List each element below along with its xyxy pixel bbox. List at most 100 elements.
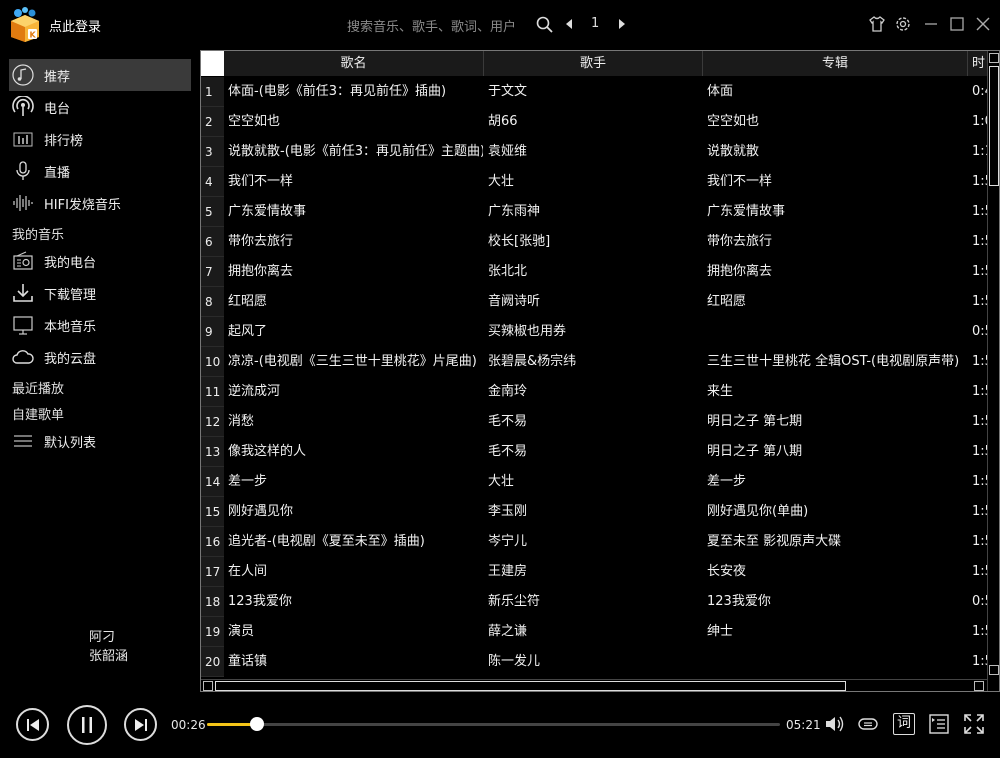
- cell-album: 三生三世十里桃花 全辑OST-(电视剧原声带): [707, 354, 960, 369]
- table-row[interactable]: 16 追光者-(电视剧《夏至未至》插曲) 岑宁儿 夏至未至 影视原声大碟 1:5: [201, 527, 999, 557]
- close-icon[interactable]: [974, 15, 992, 33]
- search-input[interactable]: 搜索音乐、歌手、歌词、用户: [347, 16, 516, 35]
- cell-song: 童话镇: [228, 654, 268, 669]
- download-icon: [11, 281, 35, 305]
- row-number: 13: [201, 437, 224, 467]
- progress-knob[interactable]: [250, 717, 265, 731]
- table-row[interactable]: 5 广东爱情故事 广东雨神 广东爱情故事 1:5: [201, 197, 999, 227]
- table-row[interactable]: 19 演员 薛之谦 绅士 1:5: [201, 617, 999, 647]
- maximize-icon[interactable]: [948, 15, 966, 33]
- cell-album: 拥抱你离去: [707, 264, 773, 279]
- cell-song: 差一步: [228, 474, 268, 489]
- cell-artist: 音阙诗听: [488, 294, 541, 309]
- scroll-up-button[interactable]: [989, 53, 999, 63]
- sidebar-item-live[interactable]: 直播: [9, 155, 191, 187]
- cell-album: [707, 317, 969, 347]
- sidebar-item-default-list[interactable]: 默认列表: [9, 425, 191, 457]
- table-row[interactable]: 3 说散就散-(电影《前任3：再见前任》主题曲) 袁娅维 说散就散 1:1: [201, 137, 999, 167]
- row-number: 19: [201, 617, 224, 647]
- sidebar-item-charts[interactable]: 排行榜: [9, 123, 191, 155]
- cell-album: 差一步: [707, 474, 747, 489]
- row-number: 10: [201, 347, 224, 377]
- table-row[interactable]: 10 凉凉-(电视剧《三生三世十里桃花》片尾曲) 张碧晨&杨宗纬 三生三世十里桃花 全…: [201, 347, 999, 377]
- sidebar-item-recommend[interactable]: 推荐: [9, 59, 191, 91]
- sidebar-item-local-music[interactable]: 本地音乐: [9, 309, 191, 341]
- horizontal-scrollbar[interactable]: [201, 679, 987, 691]
- recent-play-link[interactable]: 最近播放: [12, 378, 64, 397]
- cell-artist: 校长[张驰]: [488, 234, 551, 249]
- fullscreen-icon[interactable]: [963, 713, 985, 735]
- column-header-artist[interactable]: 歌手: [484, 51, 703, 76]
- table-row[interactable]: 20 童话镇 陈一发儿 1:5: [201, 647, 999, 677]
- cell-song: 逆流成河: [228, 384, 281, 399]
- page-next-icon[interactable]: [616, 17, 628, 31]
- login-link[interactable]: 点此登录: [49, 16, 101, 35]
- custom-playlist-heading: 自建歌单: [12, 408, 65, 423]
- table-row[interactable]: 2 空空如也 胡66 空空如也 1:0: [201, 107, 999, 137]
- cell-album: 绅士: [707, 624, 734, 639]
- sidebar-item-my-radio[interactable]: 我的电台: [9, 245, 191, 277]
- select-all-corner[interactable]: [201, 51, 224, 76]
- lyrics-icon[interactable]: 词: [893, 713, 915, 735]
- table-row[interactable]: 9 起风了 买辣椒也用券 0:5: [201, 317, 999, 347]
- table-row[interactable]: 7 拥抱你离去 张北北 拥抱你离去 1:5: [201, 257, 999, 287]
- scroll-left-button[interactable]: [203, 681, 213, 691]
- cell-artist: 广东雨神: [488, 204, 541, 219]
- table-row[interactable]: 1 体面-(电影《前任3：再见前任》插曲) 于文文 体面 0:4: [201, 77, 999, 107]
- cell-album: 来生: [707, 384, 734, 399]
- sidebar-item-label: 电台: [44, 101, 71, 117]
- sidebar-item-radio[interactable]: 电台: [9, 91, 191, 123]
- cell-song: 123我爱你: [228, 594, 292, 609]
- loop-icon[interactable]: [857, 713, 879, 735]
- table-row[interactable]: 4 我们不一样 大壮 我们不一样 1:5: [201, 167, 999, 197]
- scroll-down-button[interactable]: [989, 665, 999, 675]
- list-icon: [11, 429, 35, 453]
- sidebar-item-cloud[interactable]: 我的云盘: [9, 341, 191, 373]
- sidebar-item-label: 直播: [44, 165, 71, 181]
- pause-icon: [82, 717, 92, 733]
- sidebar-item-label: 下载管理: [44, 287, 97, 303]
- cell-song: 带你去旅行: [228, 234, 294, 249]
- prev-button[interactable]: [16, 708, 49, 741]
- sidebar-item-hifi[interactable]: HIFI发烧音乐: [9, 187, 191, 219]
- cell-album: 空空如也: [707, 114, 760, 129]
- now-playing-info[interactable]: 阿刁 张韶涵: [89, 628, 128, 666]
- total-time: 05:21: [786, 718, 821, 732]
- sidebar-item-downloads[interactable]: 下载管理: [9, 277, 191, 309]
- table-row[interactable]: 12 消愁 毛不易 明日之子 第七期 1:5: [201, 407, 999, 437]
- cell-song: 我们不一样: [228, 174, 294, 189]
- table-row[interactable]: 17 在人间 王建房 长安夜 1:5: [201, 557, 999, 587]
- cell-album: 123我爱你: [707, 594, 771, 609]
- horizontal-scroll-thumb[interactable]: [215, 681, 846, 691]
- table-row[interactable]: 15 刚好遇见你 李玉刚 刚好遇见你(单曲) 1:5: [201, 497, 999, 527]
- table-row[interactable]: 13 像我这样的人 毛不易 明日之子 第八期 1:5: [201, 437, 999, 467]
- skin-icon[interactable]: [868, 15, 886, 33]
- column-header-album[interactable]: 专辑: [703, 51, 968, 76]
- vertical-scroll-thumb[interactable]: [989, 66, 999, 186]
- playlist-icon[interactable]: [928, 713, 950, 735]
- vertical-scrollbar[interactable]: [987, 51, 999, 691]
- minimize-icon[interactable]: [922, 15, 940, 33]
- progress-bar[interactable]: [207, 717, 780, 731]
- page-prev-icon[interactable]: [563, 17, 575, 31]
- settings-icon[interactable]: [894, 15, 912, 33]
- table-row[interactable]: 6 带你去旅行 校长[张驰] 带你去旅行 1:5: [201, 227, 999, 257]
- row-number: 20: [201, 647, 224, 677]
- table-row[interactable]: 18 123我爱你 新乐尘符 123我爱你 0:5: [201, 587, 999, 617]
- search-icon[interactable]: [536, 16, 553, 33]
- app-logo-icon[interactable]: K: [8, 7, 42, 43]
- table-row[interactable]: 11 逆流成河 金南玲 来生 1:5: [201, 377, 999, 407]
- cell-song: 像我这样的人: [228, 444, 307, 459]
- now-playing-title: 阿刁: [89, 630, 116, 645]
- pause-button[interactable]: [67, 705, 107, 745]
- cell-artist: 买辣椒也用券: [488, 324, 567, 339]
- scroll-right-button[interactable]: [974, 681, 984, 691]
- column-header-song[interactable]: 歌名: [224, 51, 484, 76]
- volume-icon[interactable]: [823, 713, 845, 735]
- cell-album: 体面: [707, 84, 734, 99]
- table-row[interactable]: 14 差一步 大壮 差一步 1:5: [201, 467, 999, 497]
- row-number: 12: [201, 407, 224, 437]
- table-row[interactable]: 8 红昭愿 音阙诗听 红昭愿 1:5: [201, 287, 999, 317]
- next-button[interactable]: [124, 708, 157, 741]
- cell-album: 长安夜: [707, 564, 747, 579]
